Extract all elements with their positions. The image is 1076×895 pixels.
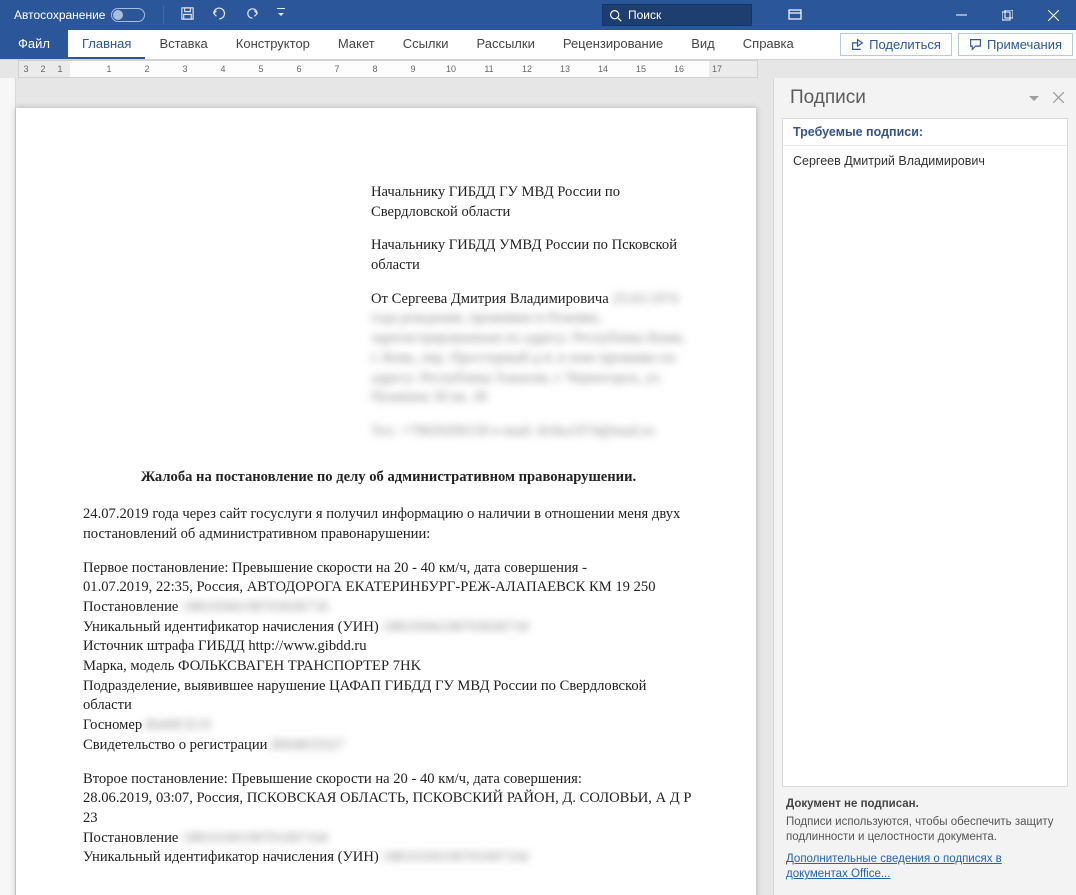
autosave-group: Автосохранение [0,8,145,22]
ribbon-display-button[interactable] [772,0,818,30]
tab-insert[interactable]: Вставка [145,30,221,59]
pane-close-icon[interactable] [1053,87,1064,109]
signature-item[interactable]: Сергеев Дмитрий Владимирович [783,146,1067,176]
tab-file[interactable]: Файл [0,30,68,59]
sender-contacts: Тел. +79029290150 e-mail: dvika1974@mail… [371,422,694,442]
tab-references[interactable]: Ссылки [389,30,463,59]
share-button[interactable]: Поделиться [840,33,952,56]
horizontal-ruler[interactable]: 3211234567891011121314151617 [18,60,758,78]
tab-home[interactable]: Главная [68,30,145,59]
tab-layout[interactable]: Макет [324,30,389,59]
sender-block: От Сергеева Дмитрия Владимировича 25.03.… [371,290,694,408]
window-controls [938,0,1076,30]
search-box[interactable]: Поиск [602,4,752,26]
document-page[interactable]: Начальнику ГИБДД ГУ МВД России по Свердл… [16,108,756,895]
document-title: Жалоба на постановление по делу об админ… [83,468,694,488]
signatures-pane: Подписи Требуемые подписи: Сергеев Дмитр… [773,78,1076,895]
signatures-footer: Документ не подписан. Подписи используют… [774,787,1076,895]
signatures-description: Подписи используются, чтобы обеспечить з… [786,815,1064,846]
redo-icon[interactable] [245,6,260,24]
tab-mailings[interactable]: Рассылки [462,30,548,59]
autosave-label: Автосохранение [14,8,105,22]
tab-view[interactable]: Вид [677,30,729,59]
ribbon-tabs: Файл Главная Вставка Конструктор Макет С… [0,30,1076,60]
vertical-ruler[interactable] [0,78,16,895]
close-button[interactable] [1030,0,1076,30]
save-icon[interactable] [180,6,195,24]
title-bar: Автосохранение Поиск [0,0,1076,30]
maximize-button[interactable] [984,0,1030,30]
minimize-button[interactable] [938,0,984,30]
tab-design[interactable]: Конструктор [222,30,324,59]
comments-button[interactable]: Примечания [958,33,1073,56]
unsigned-label: Документ не подписан. [786,797,1064,813]
search-icon [609,9,622,22]
search-placeholder: Поиск [628,8,661,22]
tab-help[interactable]: Справка [729,30,808,59]
share-icon [851,38,864,51]
quick-access-toolbar [163,6,286,24]
signatures-title: Подписи [790,87,866,109]
violation-1: Первое постановление: Превышение скорост… [83,559,694,756]
workspace: Начальнику ГИБДД ГУ МВД России по Свердл… [0,78,1076,895]
addressee-1: Начальнику ГИБДД ГУ МВД России по Свердл… [371,183,694,222]
pane-options-icon[interactable] [1029,87,1039,109]
tab-review[interactable]: Рецензирование [549,30,677,59]
signatures-list: Требуемые подписи: Сергеев Дмитрий Влади… [782,118,1068,787]
addressee-2: Начальнику ГИБДД УМВД России по Псковско… [371,236,694,275]
required-signatures-label: Требуемые подписи: [783,119,1067,146]
undo-icon[interactable] [211,6,229,24]
qat-more-icon[interactable] [276,7,286,24]
signatures-header: Подписи [774,78,1076,118]
document-area: Начальнику ГИБДД ГУ МВД России по Свердл… [0,78,773,895]
comment-icon [969,38,982,51]
ruler-row: 3211234567891011121314151617 [0,60,1076,78]
violation-2: Второе постановление: Превышение скорост… [83,770,694,868]
intro-paragraph: 24.07.2019 года через сайт госуслуги я п… [83,505,694,544]
signatures-help-link[interactable]: Дополнительные сведения о подписях в док… [786,852,1064,883]
autosave-toggle[interactable] [111,8,145,22]
